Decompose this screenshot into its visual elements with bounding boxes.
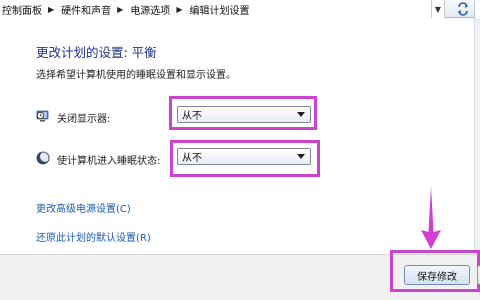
- restore-defaults-link[interactable]: 还原此计划的默认设置(R): [36, 229, 151, 244]
- moon-icon: [36, 150, 51, 165]
- chevron-down-icon: [297, 154, 305, 159]
- breadcrumb: 控制面板 ▶ 硬件和声音 ▶ 电源选项 ▶ 编辑计划设置: [0, 0, 432, 18]
- refresh-icon[interactable]: [454, 0, 471, 18]
- search-field[interactable]: [474, 0, 480, 18]
- breadcrumb-item-edit-plan[interactable]: 编辑计划设置: [187, 2, 250, 17]
- breadcrumb-item-hardware-sound[interactable]: 硬件和声音: [59, 2, 112, 17]
- monitor-clock-icon: [36, 108, 50, 122]
- down-arrow-annotation-icon: [418, 186, 444, 254]
- chevron-right-icon[interactable]: ▶: [171, 5, 187, 14]
- page-title: 更改计划的设置: 平衡: [36, 45, 157, 60]
- sleep-select[interactable]: 从不: [177, 148, 311, 165]
- breadcrumb-item-power-options[interactable]: 电源选项: [128, 2, 171, 17]
- advanced-power-settings-link[interactable]: 更改高级电源设置(C): [36, 200, 131, 215]
- display-off-select[interactable]: 从不: [177, 106, 311, 123]
- breadcrumb-item-control-panel[interactable]: 控制面板: [0, 2, 43, 17]
- display-off-label: 关闭显示器:: [57, 114, 111, 125]
- display-off-value: 从不: [182, 111, 202, 122]
- page-subtitle: 选择希望计算机使用的睡眠设置和显示设置。: [36, 70, 236, 81]
- chevron-right-icon[interactable]: ▶: [112, 5, 128, 14]
- sleep-value: 从不: [182, 153, 202, 164]
- chevron-down-icon[interactable]: ▼: [432, 0, 445, 18]
- save-changes-button[interactable]: 保存修改: [404, 265, 470, 285]
- address-bar: 控制面板 ▶ 硬件和声音 ▶ 电源选项 ▶ 编辑计划设置 ▼: [0, 0, 480, 18]
- chevron-down-icon: [297, 112, 305, 117]
- sleep-label: 使计算机进入睡眠状态:: [57, 156, 161, 167]
- scrollbar[interactable]: [474, 18, 480, 254]
- chevron-right-icon[interactable]: ▶: [43, 5, 59, 14]
